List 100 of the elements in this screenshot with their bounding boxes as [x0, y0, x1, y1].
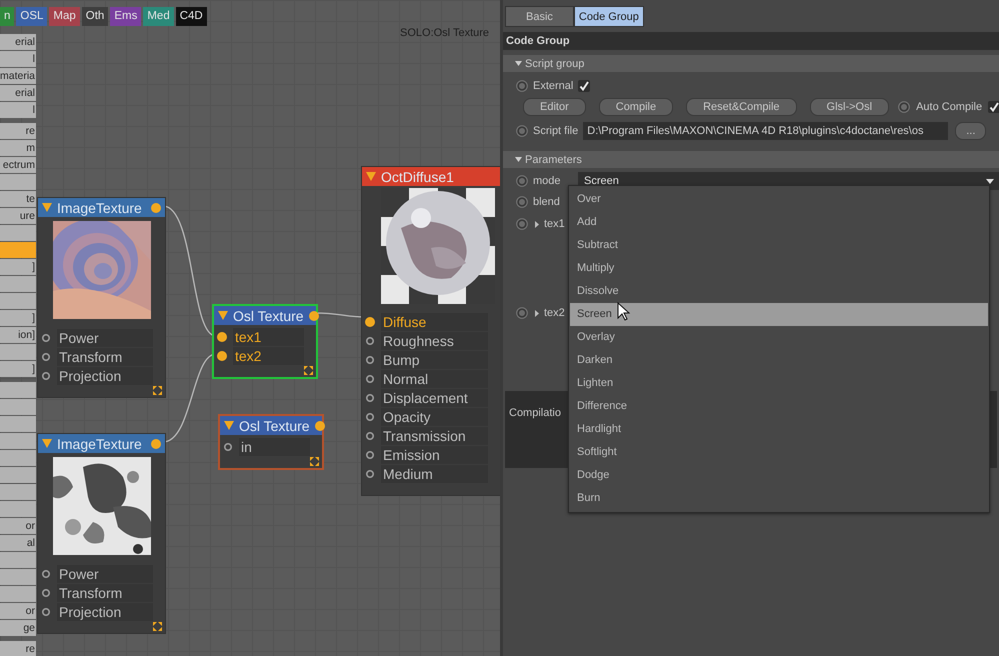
menu-option[interactable]: Darken: [570, 349, 988, 372]
collapse-icon[interactable]: [42, 203, 52, 212]
resize-icon[interactable]: [153, 386, 162, 395]
collapse-icon[interactable]: [366, 172, 376, 181]
radio-icon[interactable]: [516, 218, 528, 230]
collapse-icon[interactable]: [42, 439, 52, 448]
node-card[interactable]: OctDiffuse1 Diffuse Roughness Bump Normal Displacement Opacity Transmission Emission Medium: [361, 166, 500, 496]
sidebar-item[interactable]: erial: [0, 34, 36, 50]
category-tab[interactable]: Ems: [110, 7, 142, 26]
sidebar-item[interactable]: m: [0, 140, 36, 156]
input-port-icon[interactable]: [41, 333, 51, 343]
output-port-icon[interactable]: [308, 310, 319, 320]
output-port-icon[interactable]: [151, 202, 161, 212]
sidebar-item[interactable]: ure: [0, 208, 36, 224]
sidebar-item[interactable]: ion]: [0, 327, 36, 343]
node-header[interactable]: Osl Texture: [214, 306, 316, 325]
checkbox[interactable]: [988, 101, 999, 113]
radio-icon[interactable]: [898, 101, 910, 113]
sidebar-item[interactable]: al: [0, 535, 36, 551]
section-header[interactable]: Script group: [503, 55, 999, 72]
input-port-icon[interactable]: [223, 442, 233, 452]
node-header[interactable]: ImageTexture: [38, 198, 165, 217]
sidebar-item[interactable]: ]: [0, 361, 36, 377]
input-port-icon[interactable]: [365, 336, 375, 346]
menu-option[interactable]: Add: [570, 211, 988, 234]
input-port-icon[interactable]: [217, 351, 227, 361]
collapse-icon[interactable]: [218, 311, 228, 320]
category-tab[interactable]: n: [0, 7, 14, 26]
sidebar-item[interactable]: l: [0, 102, 36, 118]
sidebar-item[interactable]: or: [0, 518, 36, 534]
menu-option[interactable]: Softlight: [570, 441, 988, 464]
input-port-icon[interactable]: [365, 412, 375, 422]
sidebar-item[interactable]: ]: [0, 310, 36, 326]
collapse-icon[interactable]: [224, 421, 234, 430]
radio-icon[interactable]: [516, 196, 528, 208]
input-port-icon[interactable]: [365, 374, 375, 384]
sidebar-item[interactable]: te: [0, 191, 36, 207]
category-tab[interactable]: Med: [143, 7, 174, 26]
input-port-icon[interactable]: [41, 607, 51, 617]
input-port-icon[interactable]: [365, 450, 375, 460]
output-port-icon[interactable]: [314, 420, 325, 430]
path-field[interactable]: D:\Program Files\MAXON\CINEMA 4D R18\plugins\c4doctane\res\os: [583, 122, 948, 140]
sidebar-item[interactable]: re: [0, 641, 36, 656]
sidebar-item[interactable]: materia: [0, 68, 36, 84]
browse-button[interactable]: ...: [955, 122, 986, 140]
input-port-icon[interactable]: [41, 352, 51, 362]
menu-option[interactable]: Overlay: [570, 326, 988, 349]
output-port-icon[interactable]: [151, 438, 161, 448]
menu-option[interactable]: Lighten: [570, 372, 988, 395]
category-tab[interactable]: C4D: [176, 7, 207, 26]
input-port-icon[interactable]: [365, 431, 375, 441]
resize-icon[interactable]: [153, 622, 162, 631]
menu-option[interactable]: Burn: [570, 487, 988, 510]
tab[interactable]: Basic: [505, 6, 574, 27]
node-card[interactable]: Osl Texture tex1 tex2: [212, 304, 318, 379]
action-button[interactable]: Editor: [523, 98, 586, 116]
node-header[interactable]: ImageTexture: [38, 434, 165, 453]
radio-icon[interactable]: [516, 125, 528, 137]
sidebar-item[interactable]: ge: [0, 620, 36, 636]
input-port-icon[interactable]: [217, 332, 227, 342]
input-port-icon[interactable]: [41, 371, 51, 381]
menu-option[interactable]: Multiply: [570, 257, 988, 280]
menu-option[interactable]: Subtract: [570, 234, 988, 257]
sidebar-item[interactable]: or: [0, 603, 36, 619]
input-port-icon[interactable]: [365, 317, 375, 327]
expand-icon[interactable]: [535, 310, 539, 317]
sidebar-item[interactable]: ]: [0, 259, 36, 275]
expand-icon[interactable]: [535, 221, 539, 228]
sidebar-item[interactable]: l: [0, 51, 36, 67]
resize-icon[interactable]: [304, 366, 313, 375]
section-header[interactable]: Parameters: [503, 151, 999, 168]
menu-option[interactable]: Dodge: [570, 464, 988, 487]
input-port-icon[interactable]: [365, 355, 375, 365]
action-button[interactable]: Glsl->Osl: [810, 98, 890, 116]
checkbox[interactable]: [578, 80, 590, 92]
menu-option[interactable]: Over: [570, 188, 988, 211]
input-port-icon[interactable]: [41, 569, 51, 579]
sidebar-item[interactable]: erial: [0, 85, 36, 101]
action-button[interactable]: Compile: [598, 98, 674, 116]
node-card[interactable]: ImageTexture Power Transform Projection: [37, 197, 166, 398]
node-card[interactable]: ImageTexture Power Transform Projection: [37, 433, 166, 634]
action-button[interactable]: Reset&Compile: [686, 98, 797, 116]
category-tab[interactable]: Map: [49, 7, 80, 26]
node-card[interactable]: Osl Texture in: [218, 414, 324, 470]
menu-option[interactable]: Hardlight: [570, 418, 988, 441]
menu-option[interactable]: Screen: [570, 303, 988, 326]
menu-option[interactable]: Difference: [570, 395, 988, 418]
sidebar-item[interactable]: ectrum: [0, 157, 36, 173]
input-port-icon[interactable]: [41, 588, 51, 598]
tab[interactable]: Code Group: [574, 6, 644, 27]
radio-icon[interactable]: [516, 80, 528, 92]
resize-icon[interactable]: [310, 457, 319, 466]
category-tab[interactable]: Oth: [82, 7, 108, 26]
radio-icon[interactable]: [516, 307, 528, 319]
node-header[interactable]: OctDiffuse1: [362, 167, 500, 186]
input-port-icon[interactable]: [365, 393, 375, 403]
node-header[interactable]: Osl Texture: [220, 416, 322, 435]
sidebar-item[interactable]: re: [0, 123, 36, 139]
radio-icon[interactable]: [516, 175, 528, 187]
menu-option[interactable]: Dissolve: [570, 280, 988, 303]
